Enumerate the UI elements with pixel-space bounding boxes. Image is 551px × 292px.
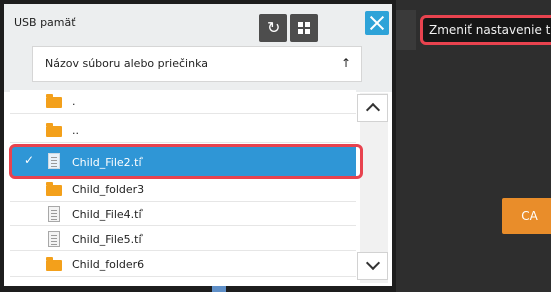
sort-arrow-up-icon[interactable]: ↑ (341, 56, 351, 70)
chevron-up-icon (365, 102, 381, 118)
folder-icon (46, 257, 62, 271)
list-item-label: Child_File5.tiⷡ (72, 233, 142, 246)
list-item[interactable]: Child_File5.tiⷡ (10, 227, 356, 251)
refresh-button[interactable]: ↻ (259, 14, 287, 42)
list-item-label: Child_File2.tiⷡ (72, 156, 142, 169)
sort-by-name-field[interactable]: Názov súboru alebo priečinka ↑ (32, 46, 362, 82)
list-item-label: Child_File4.tiⷡ (72, 208, 142, 221)
file-icon (48, 153, 60, 169)
dialog-title: USB pamäť (14, 16, 76, 29)
list-item-label: .. (72, 124, 79, 137)
sort-field-label: Názov súboru alebo priečinka (45, 57, 208, 70)
list-item-label: Child_folder3 (72, 183, 145, 196)
list-item-label: . (72, 95, 76, 108)
file-icon (48, 231, 60, 247)
list-item[interactable]: Child_File4.tiⷡ (10, 202, 356, 226)
change-print-settings-button[interactable]: Zmeniť nastavenie tlače (420, 15, 551, 45)
list-item-label: Child_folder6 (72, 258, 145, 271)
grid-icon (298, 22, 310, 34)
refresh-icon: ↻ (267, 18, 281, 37)
ca-button[interactable]: CA (502, 198, 551, 234)
list-item[interactable]: Child_folder3 (10, 178, 356, 202)
scroll-down-button[interactable] (357, 252, 388, 280)
panel-toggle-tab[interactable] (396, 10, 416, 50)
dialog-header: USB pamäť ↻ Názov súboru alebo priečinka… (4, 4, 392, 92)
checkmark-icon: ✓ (24, 153, 35, 167)
list-item[interactable]: . (10, 90, 356, 114)
folder-icon (46, 182, 62, 196)
folder-icon (46, 123, 62, 137)
file-list: . .. ✓ Child_File2.tiⷡ Child_folder3 Chi… (10, 90, 360, 282)
file-icon (48, 206, 60, 222)
thumbnail-view-button[interactable] (290, 14, 318, 42)
scroll-up-button[interactable] (357, 94, 388, 122)
list-item[interactable]: .. (10, 119, 356, 143)
close-button[interactable] (365, 11, 389, 35)
list-item-selected[interactable]: ✓ Child_File2.tiⷡ (10, 147, 356, 176)
list-item[interactable]: Child_folder6 (10, 253, 356, 277)
folder-icon (46, 94, 62, 108)
chevron-down-icon (365, 255, 381, 271)
